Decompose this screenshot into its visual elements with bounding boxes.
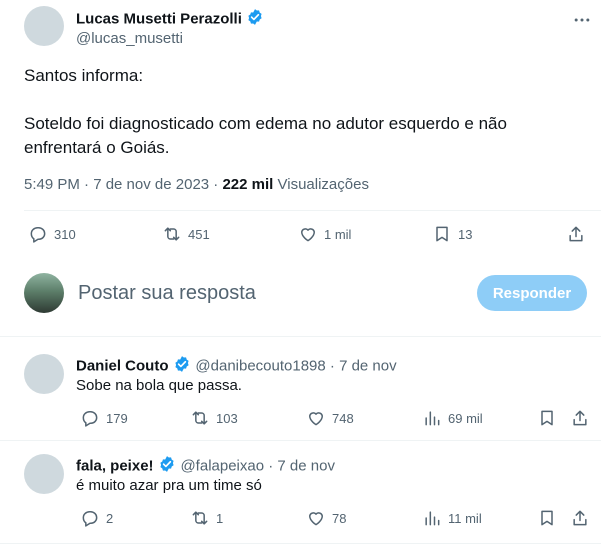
retweet-count: 451 xyxy=(188,226,210,242)
heart-icon xyxy=(309,412,323,426)
reply-author-name[interactable]: fala, peixe! xyxy=(76,458,154,475)
like-count: 748 xyxy=(332,410,354,426)
share-icon xyxy=(569,226,583,242)
bookmark-count: 13 xyxy=(458,226,473,242)
views-icon xyxy=(425,411,440,426)
like-count: 1 mil xyxy=(324,226,352,242)
author-header: Lucas Musetti Perazolli xyxy=(76,8,264,31)
views-count: 69 mil xyxy=(448,410,483,426)
verified-badge-icon xyxy=(173,355,191,378)
reply-action[interactable]: 2 xyxy=(80,508,113,528)
share-action[interactable] xyxy=(566,224,586,244)
share-icon xyxy=(573,510,587,526)
views-icon xyxy=(425,511,440,526)
views-action[interactable]: 69 mil xyxy=(422,408,483,428)
bookmark-icon xyxy=(541,410,553,426)
verified-badge-icon xyxy=(158,455,176,478)
responder-button[interactable]: Responder xyxy=(477,275,587,311)
like-count: 78 xyxy=(332,510,347,526)
heart-icon xyxy=(309,512,323,526)
like-action[interactable]: 78 xyxy=(306,508,346,528)
reply-action[interactable]: 179 xyxy=(80,408,128,428)
reply-action[interactable]: 310 xyxy=(28,224,76,244)
reply-avatar[interactable] xyxy=(24,354,64,394)
reply-icon xyxy=(30,227,46,243)
tweet-timestamp[interactable]: 5:49 PM · 7 de nov de 2023 · xyxy=(24,176,222,193)
bookmark-icon xyxy=(436,226,448,242)
reply-header: Daniel Couto @danibecouto1898 · 7 de nov xyxy=(76,355,397,378)
author-name[interactable]: Lucas Musetti Perazolli xyxy=(76,11,242,28)
verified-badge-icon xyxy=(246,8,264,31)
reply-author-handle[interactable]: @falapeixao · 7 de nov xyxy=(180,458,335,475)
tweet-text-line-1: Santos informa: xyxy=(24,66,144,85)
retweet-action[interactable]: 1 xyxy=(190,508,223,528)
tweet-text-line-3: enfrentará o Goiás. xyxy=(24,138,170,157)
reply-count: 310 xyxy=(54,226,76,242)
author-handle[interactable]: @lucas_musetti xyxy=(76,30,183,47)
divider xyxy=(0,543,601,544)
bookmark-action[interactable] xyxy=(537,408,557,428)
like-action[interactable]: 1 mil xyxy=(298,224,351,244)
like-action[interactable]: 748 xyxy=(306,408,354,428)
reply-icon xyxy=(82,511,98,527)
tweet-meta: 5:49 PM · 7 de nov de 2023 · 222 mil Vis… xyxy=(24,176,369,193)
tweet-text-line-2: Soteldo foi diagnosticado com edema no a… xyxy=(24,114,507,133)
share-action[interactable] xyxy=(570,508,590,528)
bookmark-action[interactable] xyxy=(537,508,557,528)
retweet-count: 1 xyxy=(216,510,224,526)
views-count: 11 mil xyxy=(448,510,482,526)
views-action[interactable]: 11 mil xyxy=(422,508,482,528)
divider xyxy=(0,440,601,441)
bookmark-action[interactable]: 13 xyxy=(432,224,472,244)
reply-count: 179 xyxy=(106,410,128,426)
divider xyxy=(24,210,601,211)
share-action[interactable] xyxy=(570,408,590,428)
reply-header: fala, peixe! @falapeixao · 7 de nov xyxy=(76,455,335,478)
reply-author-name[interactable]: Daniel Couto xyxy=(76,358,169,375)
retweet-icon xyxy=(192,411,208,425)
retweet-action[interactable]: 451 xyxy=(162,224,210,244)
divider xyxy=(0,336,601,337)
author-avatar[interactable] xyxy=(24,6,64,46)
retweet-icon xyxy=(192,511,208,525)
more-options-icon[interactable] xyxy=(572,10,592,35)
reply-count: 2 xyxy=(106,510,114,526)
user-avatar[interactable] xyxy=(24,273,64,313)
reply-avatar[interactable] xyxy=(24,454,64,494)
views-label: Visualizações xyxy=(273,176,369,193)
reply-input[interactable]: Postar sua resposta xyxy=(78,282,256,305)
bookmark-icon xyxy=(541,510,553,526)
views-count: 222 mil xyxy=(222,176,274,193)
reply-text: Sobe na bola que passa. xyxy=(76,377,242,394)
share-icon xyxy=(573,410,587,426)
reply-author-handle[interactable]: @danibecouto1898 · 7 de nov xyxy=(195,358,396,375)
heart-icon xyxy=(301,228,315,242)
reply-icon xyxy=(82,411,98,427)
reply-text: é muito azar pra um time só xyxy=(76,477,262,494)
retweet-icon xyxy=(164,227,180,241)
retweet-action[interactable]: 103 xyxy=(190,408,238,428)
retweet-count: 103 xyxy=(216,410,238,426)
